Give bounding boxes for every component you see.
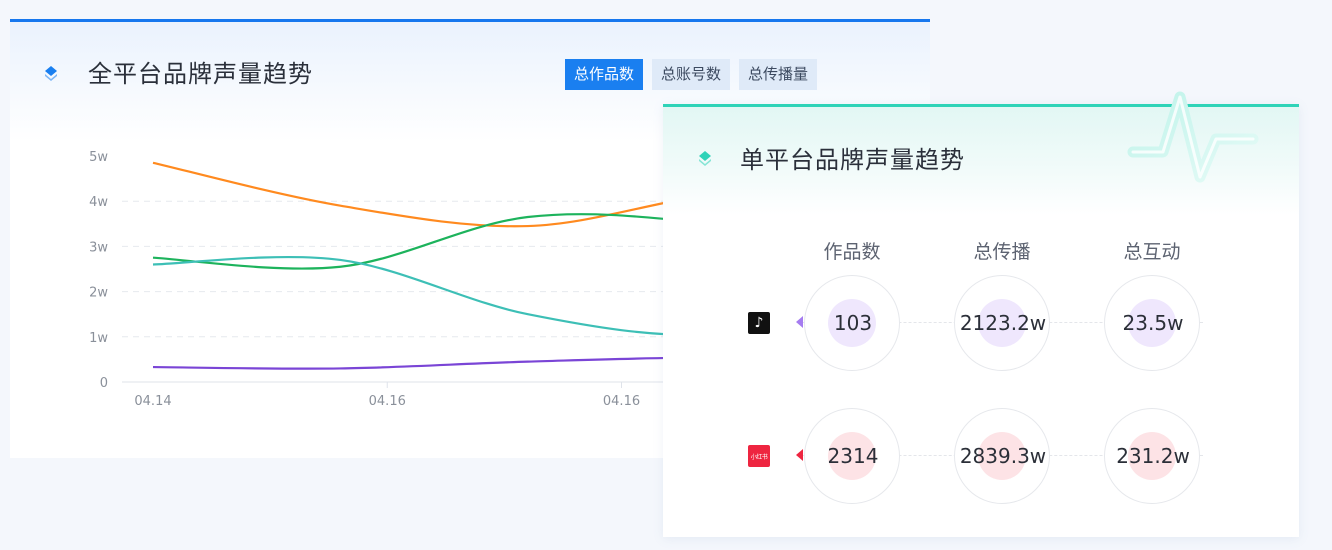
metric-value: 2123.2w bbox=[959, 311, 1047, 335]
y-tick-label: 2w bbox=[89, 286, 108, 301]
metric-ring-interaction: 23.5w bbox=[1104, 275, 1200, 371]
x-tick-label: 04.14 bbox=[134, 394, 171, 409]
metric-value: 103 bbox=[833, 311, 873, 335]
tiktok-icon: ♪ bbox=[748, 312, 770, 334]
pulse-icon bbox=[1127, 91, 1259, 183]
platform-card-title: 单平台品牌声量趋势 bbox=[740, 146, 965, 174]
column-header-interaction: 总互动 bbox=[1123, 241, 1181, 263]
metric-ring-spread: 2839.3w bbox=[954, 408, 1050, 504]
y-tick-label: 4w bbox=[89, 195, 108, 210]
metric-value: 23.5w bbox=[1122, 311, 1184, 335]
layers-icon bbox=[699, 151, 711, 166]
metric-value: 2314 bbox=[827, 444, 879, 468]
y-tick-label: 0 bbox=[100, 376, 108, 391]
metric-ring-spread: 2123.2w bbox=[954, 275, 1050, 371]
x-tick-label: 04.16 bbox=[369, 394, 406, 409]
x-tick-label: 04.16 bbox=[603, 394, 640, 409]
column-header-works: 作品数 bbox=[823, 241, 881, 263]
metric-ring-works: 103 bbox=[804, 275, 900, 371]
y-tick-label: 5w bbox=[89, 150, 108, 165]
platform-card: 单平台品牌声量趋势 作品数 总传播 总互动 ♪ 103 2123.2w 23.5… bbox=[663, 91, 1299, 537]
y-tick-label: 3w bbox=[89, 240, 108, 255]
metric-ring-works: 2314 bbox=[804, 408, 900, 504]
metric-value: 231.2w bbox=[1116, 444, 1190, 468]
metric-ring-interaction: 231.2w bbox=[1104, 408, 1200, 504]
metric-value: 2839.3w bbox=[959, 444, 1047, 468]
y-tick-label: 1w bbox=[89, 331, 108, 346]
column-header-spread: 总传播 bbox=[973, 241, 1031, 263]
xiaohongshu-icon: 小红书 bbox=[748, 445, 770, 467]
